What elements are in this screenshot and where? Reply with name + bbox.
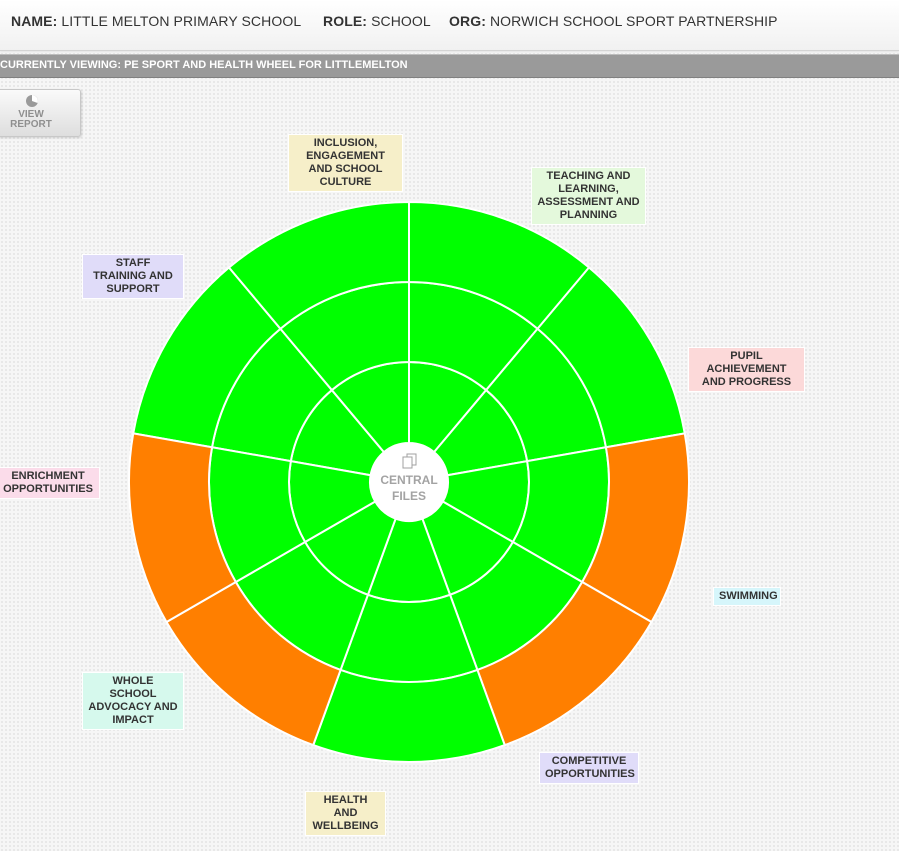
label-pupil-achievement[interactable]: PUPIL ACHIEVEMENT AND PROGRESS <box>688 347 805 392</box>
central-files-line1: CENTRAL <box>380 473 437 487</box>
label-competitive-opportunities[interactable]: COMPETITIVE OPPORTUNITIES <box>539 752 639 784</box>
label-teaching-learning[interactable]: TEACHING AND LEARNING, ASSESSMENT AND PL… <box>531 167 646 225</box>
label-inclusion-engagement[interactable]: INCLUSION, ENGAGEMENT AND SCHOOL CULTURE <box>288 134 403 192</box>
wheel-segment-7-ring-3[interactable] <box>311 668 507 763</box>
label-enrichment-opportunities[interactable]: ENRICHMENT OPPORTUNITIES <box>0 467 100 499</box>
label-whole-school-advocacy[interactable]: WHOLE SCHOOL ADVOCACY AND IMPACT <box>82 672 184 730</box>
central-files-line2: FILES <box>392 489 426 503</box>
label-swimming[interactable]: SWIMMING <box>713 587 781 606</box>
label-health-wellbeing[interactable]: HEALTH AND WELLBEING <box>305 791 386 836</box>
label-staff-training[interactable]: STAFF TRAINING AND SUPPORT <box>82 254 184 299</box>
